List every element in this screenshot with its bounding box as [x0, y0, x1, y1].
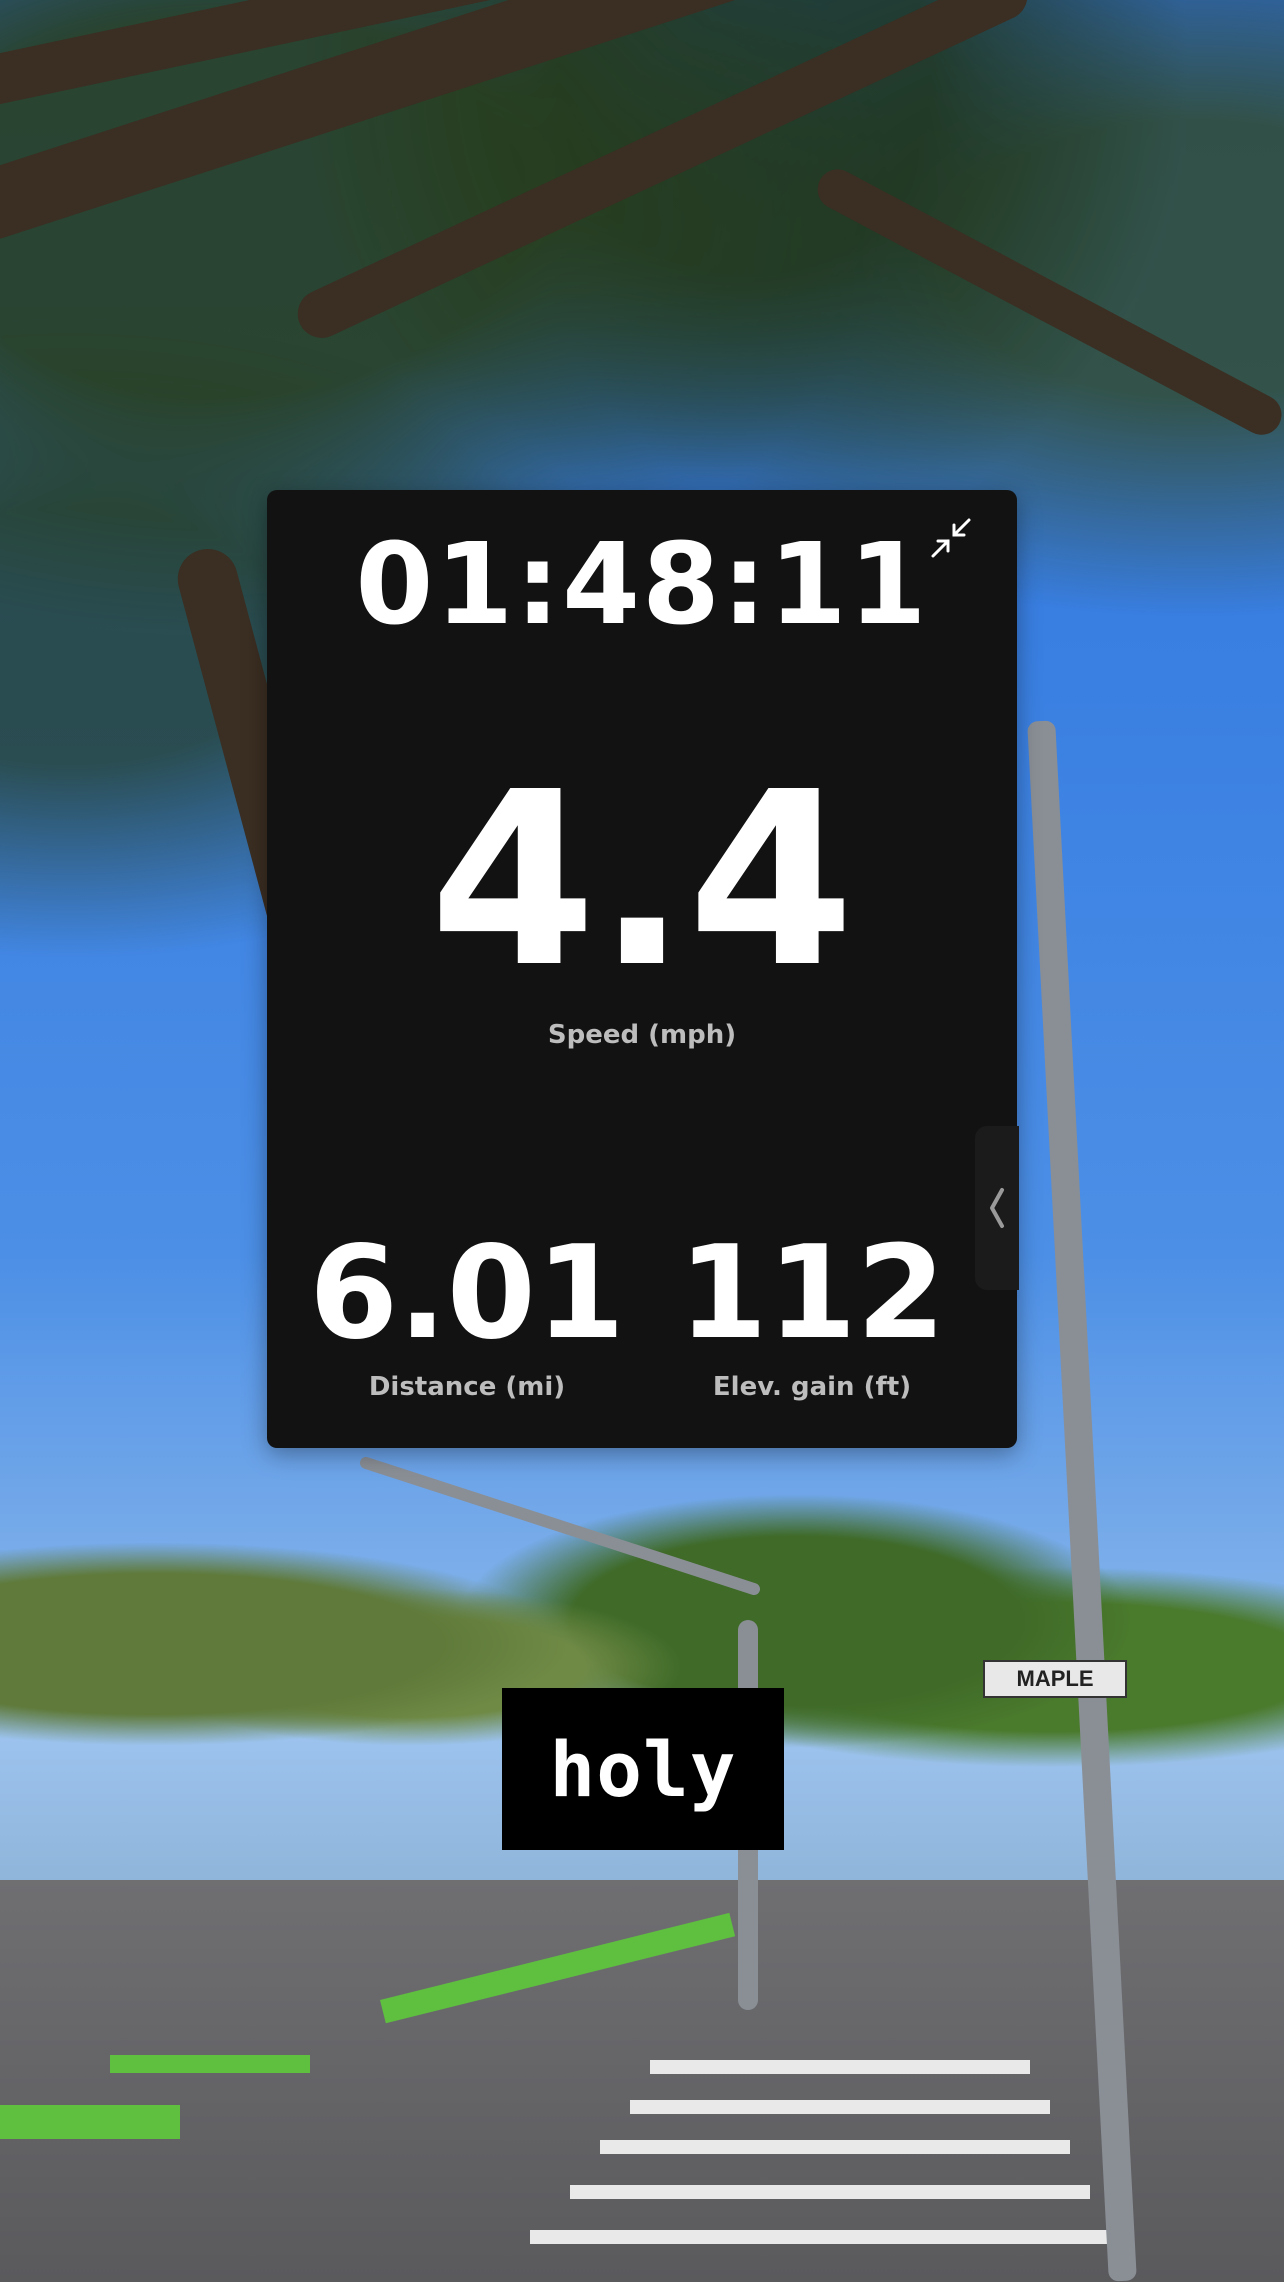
collapse-arrows-icon: [931, 518, 971, 558]
elapsed-time: 01:48:11: [355, 520, 929, 650]
crosswalk-stripe: [600, 2140, 1070, 2154]
speed-label: Speed (mph): [547, 1020, 737, 1050]
distance-label: Distance (mi): [368, 1372, 566, 1402]
collapse-button[interactable]: [923, 510, 979, 566]
street-sign-text: MAPLE: [1016, 1666, 1094, 1691]
elevation-gain-value: 112: [678, 1219, 946, 1368]
elevation-gain-stat: 112 Elev. gain (ft): [642, 1219, 982, 1403]
crosswalk-stripe: [570, 2185, 1090, 2199]
distance-stat: 6.01 Distance (mi): [297, 1219, 637, 1403]
crosswalk-stripe: [650, 2060, 1030, 2074]
bike-lane: [0, 2105, 180, 2139]
elevation-gain-label: Elev. gain (ft): [712, 1372, 912, 1402]
bike-lane: [110, 2055, 310, 2073]
caption-box: holy: [502, 1688, 784, 1850]
street-sign: MAPLE: [983, 1660, 1127, 1698]
workout-stats-widget: 01:48:11 4.4 Speed (mph) 6.01 Distance (…: [267, 490, 1017, 1448]
side-panel-handle[interactable]: [975, 1126, 1019, 1290]
speed-value: 4.4: [429, 740, 855, 1020]
chevron-left-icon: [990, 1188, 1004, 1228]
crosswalk-stripe: [530, 2230, 1110, 2244]
crosswalk-stripe: [630, 2100, 1050, 2114]
caption-text: holy: [549, 1724, 737, 1814]
distance-value: 6.01: [309, 1219, 625, 1368]
